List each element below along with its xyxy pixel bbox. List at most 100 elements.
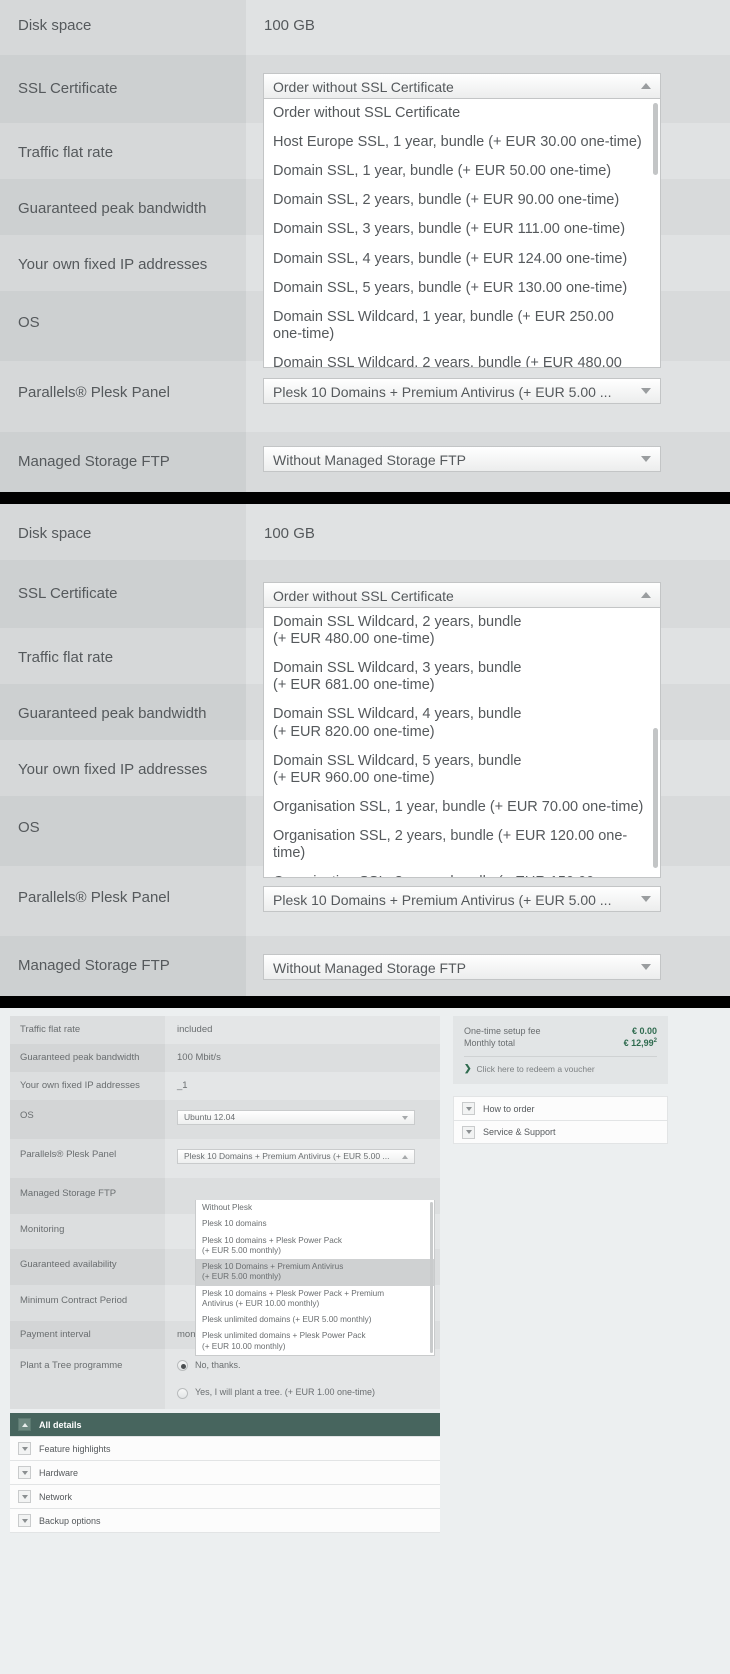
chevron-down-icon (641, 896, 651, 902)
row-label: Disk space (0, 504, 246, 560)
dropdown-option[interactable]: Plesk unlimited domains + Plesk Power Pa… (196, 1328, 434, 1355)
chevron-down-icon (641, 964, 651, 970)
dropdown-option[interactable]: Domain SSL Wildcard, 4 years, bundle (+ E… (264, 700, 660, 746)
row-value: Ubuntu 12.04 (165, 1099, 440, 1139)
dropdown-option[interactable]: Organisation SSL, 2 years, bundle (+ EUR… (264, 822, 660, 868)
table-row: OS Ubuntu 12.04 (10, 1099, 440, 1139)
radio-icon[interactable] (177, 1387, 188, 1399)
dropdown-option[interactable]: Host Europe SSL, 1 year, bundle (+ EUR 3… (264, 128, 660, 157)
row-value: included (165, 1016, 440, 1044)
row-label: Disk space (0, 0, 246, 55)
dropdown-option[interactable]: Domain SSL, 2 years, bundle (+ EUR 90.00… (264, 186, 660, 215)
dropdown-option[interactable]: Without Plesk (196, 1200, 434, 1216)
dropdown-option[interactable]: Order without SSL Certificate (264, 99, 660, 128)
row-label: Traffic flat rate (0, 123, 246, 179)
os-select[interactable]: Ubuntu 12.04 (177, 1109, 415, 1125)
redeem-voucher-link[interactable]: ❯ Click here to redeem a voucher (464, 1063, 657, 1074)
chevron-up-icon (641, 83, 651, 89)
sidebar-accordion-how-to-order[interactable]: How to order (453, 1096, 668, 1120)
dropdown-option[interactable]: Organisation SSL, 3 years, bundle (+ EUR… (264, 868, 660, 877)
dropdown-option[interactable]: Plesk unlimited domains (+ EUR 5.00 mont… (196, 1312, 434, 1328)
ssl-certificate-dropdown[interactable]: Domain SSL Wildcard, 2 years, bundle (+ E… (263, 608, 661, 878)
chevron-right-icon: ❯ (464, 1063, 472, 1073)
row-label: Guaranteed peak bandwidth (0, 179, 246, 235)
row-label: Your own fixed IP addresses (0, 740, 246, 796)
monthly-total-value: € 12,99 (623, 1038, 654, 1048)
accordion-item-feature-highlights[interactable]: Feature highlights (10, 1437, 440, 1462)
sidebar-accordion-service-support[interactable]: Service & Support (453, 1120, 668, 1144)
panel-divider (0, 996, 730, 1008)
dropdown-option[interactable]: Plesk 10 Domains + Premium Antivirus (+ E… (196, 1259, 434, 1286)
row-value: 100 Mbit/s (165, 1043, 440, 1072)
managed-storage-ftp-select-value: Without Managed Storage FTP (273, 960, 466, 976)
managed-storage-ftp-select[interactable]: Without Managed Storage FTP (263, 954, 661, 980)
dropdown-scrollbar[interactable] (430, 1202, 433, 1353)
row-label: Managed Storage FTP (10, 1177, 165, 1214)
dropdown-option[interactable]: Domain SSL Wildcard, 2 years, bundle (+ … (264, 349, 660, 367)
managed-storage-ftp-select-value: Without Managed Storage FTP (273, 452, 466, 468)
row-label: Parallels® Plesk Panel (10, 1138, 165, 1178)
row-label: SSL Certificate (0, 560, 246, 628)
plesk-panel-dropdown[interactable]: Without Plesk Plesk 10 domains Plesk 10 do… (195, 1200, 435, 1356)
dropdown-option[interactable]: Plesk 10 domains + Plesk Power Pack (+ EU… (196, 1233, 434, 1260)
dropdown-option[interactable]: Domain SSL Wildcard, 5 years, bundle (+ E… (264, 747, 660, 793)
table-row: Your own fixed IP addresses _1 (10, 1071, 440, 1100)
dropdown-option[interactable]: Domain SSL, 1 year, bundle (+ EUR 50.00 … (264, 157, 660, 186)
chevron-down-icon (641, 388, 651, 394)
chevron-down-icon (462, 1102, 475, 1115)
plesk-panel-select[interactable]: Plesk 10 Domains + Premium Antivirus (+ … (263, 378, 661, 404)
dropdown-option[interactable]: Domain SSL Wildcard, 1 year, bundle (+ E… (264, 303, 660, 349)
row-label: Monitoring (10, 1213, 165, 1250)
plesk-panel-select[interactable]: Plesk 10 Domains + Premium Antivirus (+ … (177, 1148, 415, 1164)
row-label: Traffic flat rate (10, 1016, 165, 1044)
dropdown-scrollbar[interactable] (653, 103, 658, 175)
dropdown-scrollbar[interactable] (653, 728, 658, 868)
accordion-item-network[interactable]: Network (10, 1485, 440, 1510)
accordion-item-all-details[interactable]: All details (10, 1413, 440, 1438)
plesk-panel-select-value: Plesk 10 Domains + Premium Antivirus (+ … (273, 384, 612, 400)
plant-tree-option-no[interactable]: No, thanks. (177, 1358, 440, 1373)
dropdown-option[interactable]: Domain SSL Wildcard, 2 years, bundle (+ E… (264, 608, 660, 654)
row-label: Payment interval (10, 1321, 165, 1350)
ssl-certificate-select[interactable]: Order without SSL Certificate (263, 73, 661, 99)
radio-icon[interactable] (177, 1360, 188, 1372)
dropdown-option[interactable]: Plesk 10 domains + Plesk Power Pack + Pr… (196, 1286, 434, 1313)
chevron-down-icon (641, 456, 651, 462)
sidebar-accordion-label: Service & Support (483, 1127, 556, 1137)
ssl-certificate-dropdown[interactable]: Order without SSL Certificate Host Europe… (263, 99, 661, 368)
row-label: Parallels® Plesk Panel (0, 361, 246, 432)
chevron-down-icon (462, 1125, 475, 1139)
row-label: Plant a Tree programme (10, 1349, 165, 1410)
row-value: 100 GB (246, 0, 730, 55)
chevron-up-icon (402, 1154, 408, 1159)
details-accordion: All details Feature highlights Hardware Net… (10, 1413, 440, 1534)
plesk-panel-select[interactable]: Plesk 10 Domains + Premium Antivirus (+ … (263, 886, 661, 912)
dropdown-option[interactable]: Domain SSL Wildcard, 3 years, bundle (+ E… (264, 654, 660, 700)
dropdown-option[interactable]: Domain SSL, 5 years, bundle (+ EUR 130.0… (264, 274, 660, 303)
row-label: Guaranteed peak bandwidth (10, 1043, 165, 1072)
plesk-panel-select-value: Plesk 10 Domains + Premium Antivirus (+ … (273, 892, 612, 908)
row-label: OS (0, 796, 246, 866)
row-label: Managed Storage FTP (0, 936, 246, 996)
row-label: Guaranteed peak bandwidth (0, 684, 246, 740)
row-label: SSL Certificate (0, 55, 246, 123)
table-row: Traffic flat rate included (10, 1016, 440, 1044)
accordion-item-label: Network (39, 1491, 73, 1502)
accordion-item-label: Hardware (39, 1467, 79, 1478)
chevron-up-icon (18, 1418, 31, 1432)
dropdown-option[interactable]: Organisation SSL, 1 year, bundle (+ EUR … (264, 793, 660, 822)
monthly-total-amount: € 12,992 (624, 1038, 657, 1048)
ssl-certificate-select[interactable]: Order without SSL Certificate (263, 582, 661, 608)
plant-tree-option-no-label: No, thanks. (195, 1360, 241, 1371)
accordion-item-backup-options[interactable]: Backup options (10, 1509, 440, 1534)
dropdown-option[interactable]: Domain SSL, 4 years, bundle (+ EUR 124.0… (264, 245, 660, 274)
row-value: 100 GB (246, 504, 730, 560)
accordion-item-hardware[interactable]: Hardware (10, 1461, 440, 1486)
dropdown-option[interactable]: Domain SSL, 3 years, bundle (+ EUR 111.0… (264, 215, 660, 244)
managed-storage-ftp-select[interactable]: Without Managed Storage FTP (263, 446, 661, 472)
setup-fee-label: One-time setup fee (464, 1026, 541, 1036)
row-label: Your own fixed IP addresses (0, 235, 246, 291)
os-select-value: Ubuntu 12.04 (184, 1111, 236, 1122)
plant-tree-option-yes[interactable]: Yes, I will plant a tree. (+ EUR 1.00 on… (177, 1385, 440, 1400)
dropdown-option[interactable]: Plesk 10 domains (196, 1216, 434, 1232)
